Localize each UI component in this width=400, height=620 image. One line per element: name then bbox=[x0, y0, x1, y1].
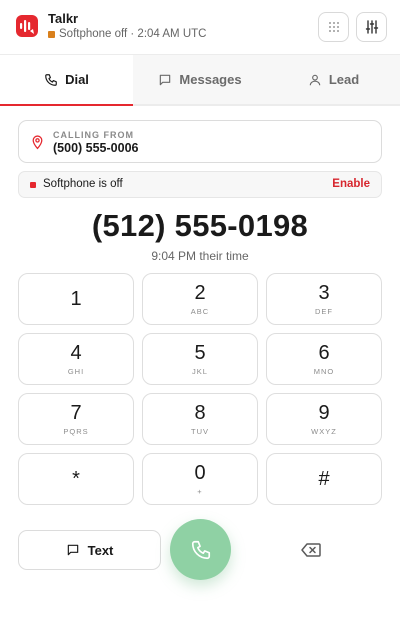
app-title: Talkr bbox=[48, 11, 79, 26]
calling-from-number: (500) 555-0006 bbox=[53, 141, 139, 155]
status-dot-icon bbox=[48, 30, 55, 38]
key-digit: 6 bbox=[318, 342, 330, 364]
key-letters: JKL bbox=[192, 367, 208, 376]
keypad-key-hash[interactable]: # bbox=[266, 453, 382, 505]
backspace-icon bbox=[301, 543, 321, 557]
key-letters: TUV bbox=[191, 427, 209, 436]
keypad-key-7[interactable]: 7 PQRS bbox=[18, 393, 134, 445]
keypad-key-3[interactable]: 3 DEF bbox=[266, 273, 382, 325]
tab-divider bbox=[133, 104, 400, 106]
keypad-key-9[interactable]: 9 WXYZ bbox=[266, 393, 382, 445]
tab-messages-label: Messages bbox=[179, 72, 242, 87]
softphone-status-line: Softphone off · 2:04 AM UTC bbox=[48, 28, 206, 40]
status-text: Softphone off · 2:04 AM UTC bbox=[59, 28, 207, 40]
key-letters: PQRS bbox=[63, 427, 89, 436]
tab-lead[interactable]: Lead bbox=[267, 55, 400, 104]
text-message-button[interactable]: Text bbox=[18, 530, 161, 570]
settings-button[interactable] bbox=[356, 12, 387, 42]
keypad-key-5[interactable]: 5 JKL bbox=[142, 333, 258, 385]
key-letters: MNO bbox=[313, 367, 335, 376]
key-letters: GHI bbox=[67, 367, 85, 376]
app-header: Talkr Softphone off · 2:04 AM UTC bbox=[0, 0, 400, 54]
calling-from-selector[interactable]: CALLING FROM (500) 555-0006 bbox=[18, 120, 382, 163]
phone-call-icon bbox=[191, 540, 210, 559]
dialpad-grid-button[interactable] bbox=[318, 12, 349, 42]
keypad-key-0[interactable]: 0 + bbox=[142, 453, 258, 505]
key-digit: 9 bbox=[318, 402, 330, 424]
tab-messages[interactable]: Messages bbox=[133, 55, 267, 104]
key-digit: 1 bbox=[70, 288, 82, 310]
key-letters: + bbox=[197, 487, 203, 496]
key-digit: 2 bbox=[194, 282, 206, 304]
text-button-label: Text bbox=[87, 542, 114, 558]
key-digit: 3 bbox=[318, 282, 330, 304]
softphone-off-indicator-icon bbox=[30, 182, 36, 188]
tab-lead-label: Lead bbox=[328, 72, 360, 87]
key-digit: 7 bbox=[70, 402, 82, 424]
message-icon bbox=[67, 544, 78, 556]
sliders-icon bbox=[365, 20, 378, 34]
key-digit: # bbox=[318, 468, 330, 490]
enable-softphone-link[interactable]: Enable bbox=[332, 178, 370, 190]
keypad-key-1[interactable]: 1 bbox=[18, 273, 134, 325]
tab-bar: Dial Messages Lead bbox=[0, 54, 400, 106]
key-digit: 0 bbox=[194, 462, 206, 484]
key-digit: 8 bbox=[194, 402, 206, 424]
call-button[interactable] bbox=[170, 519, 231, 580]
keypad-key-2[interactable]: 2 ABC bbox=[142, 273, 258, 325]
keypad-key-star[interactable]: * bbox=[18, 453, 134, 505]
location-pin-icon bbox=[32, 135, 43, 150]
key-letters: DEF bbox=[315, 307, 333, 316]
active-tab-indicator bbox=[0, 104, 133, 106]
keypad-key-8[interactable]: 8 TUV bbox=[142, 393, 258, 445]
keypad-key-6[interactable]: 6 MNO bbox=[266, 333, 382, 385]
dialed-number-display: (512) 555-0198 bbox=[91, 208, 309, 243]
tab-dial-label: Dial bbox=[65, 72, 89, 87]
softphone-status-bar: Softphone is off Enable bbox=[18, 171, 382, 198]
dialpad-grid-icon bbox=[328, 22, 339, 32]
softphone-status-text: Softphone is off bbox=[43, 178, 123, 190]
phone-icon bbox=[45, 73, 57, 86]
message-icon bbox=[160, 74, 171, 85]
calling-from-label: CALLING FROM bbox=[53, 130, 134, 140]
keypad-key-4[interactable]: 4 GHI bbox=[18, 333, 134, 385]
key-letters: ABC bbox=[190, 307, 210, 316]
key-digit: 5 bbox=[194, 342, 206, 364]
their-local-time: 9:04 PM their time bbox=[151, 249, 249, 263]
user-icon bbox=[309, 74, 321, 85]
key-digit: 4 bbox=[70, 342, 82, 364]
key-letters: WXYZ bbox=[311, 427, 337, 436]
key-digit: * bbox=[72, 468, 80, 490]
backspace-button[interactable] bbox=[292, 532, 330, 568]
tab-dial[interactable]: Dial bbox=[0, 55, 133, 104]
talkr-logo-icon bbox=[16, 15, 38, 37]
